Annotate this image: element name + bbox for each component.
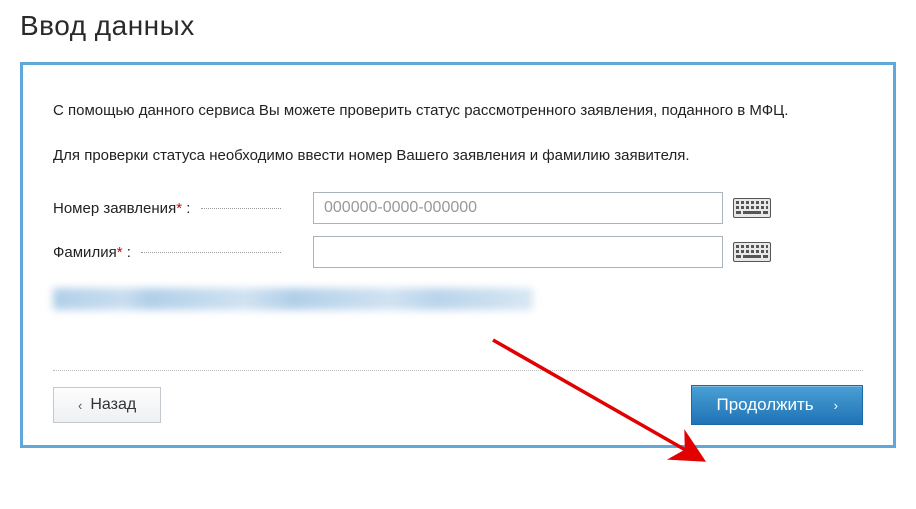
label-application-number: Номер заявления* :	[53, 200, 313, 217]
required-mark: *	[176, 200, 182, 217]
row-application-number: Номер заявления* :	[53, 192, 863, 224]
row-surname: Фамилия* :	[53, 236, 863, 268]
continue-button-label: Продолжить	[716, 395, 813, 415]
back-button-label: Назад	[90, 396, 136, 414]
keyboard-icon[interactable]	[733, 197, 771, 219]
description-line-1: С помощью данного сервиса Вы можете пров…	[53, 100, 863, 123]
description-line-2: Для проверки статуса необходимо ввести н…	[53, 145, 863, 168]
footer-separator	[53, 370, 863, 371]
chevron-left-icon: ‹	[78, 398, 82, 413]
label-surname: Фамилия* :	[53, 244, 313, 261]
label-text: Номер заявления	[53, 200, 176, 217]
page-title: Ввод данных	[0, 0, 916, 62]
surname-input[interactable]	[313, 236, 723, 268]
chevron-right-icon: ›	[834, 398, 838, 413]
continue-button[interactable]: Продолжить ›	[691, 385, 863, 425]
label-colon: :	[186, 200, 190, 217]
blurred-link	[53, 288, 533, 310]
dotted-leader	[141, 252, 281, 253]
required-mark: *	[117, 244, 123, 261]
keyboard-icon[interactable]	[733, 241, 771, 263]
application-number-input[interactable]	[313, 192, 723, 224]
button-row: ‹ Назад Продолжить ›	[53, 385, 863, 425]
back-button[interactable]: ‹ Назад	[53, 387, 161, 423]
form-panel: С помощью данного сервиса Вы можете пров…	[20, 62, 896, 448]
label-colon: :	[127, 244, 131, 261]
label-text: Фамилия	[53, 244, 117, 261]
dotted-leader	[201, 208, 281, 209]
